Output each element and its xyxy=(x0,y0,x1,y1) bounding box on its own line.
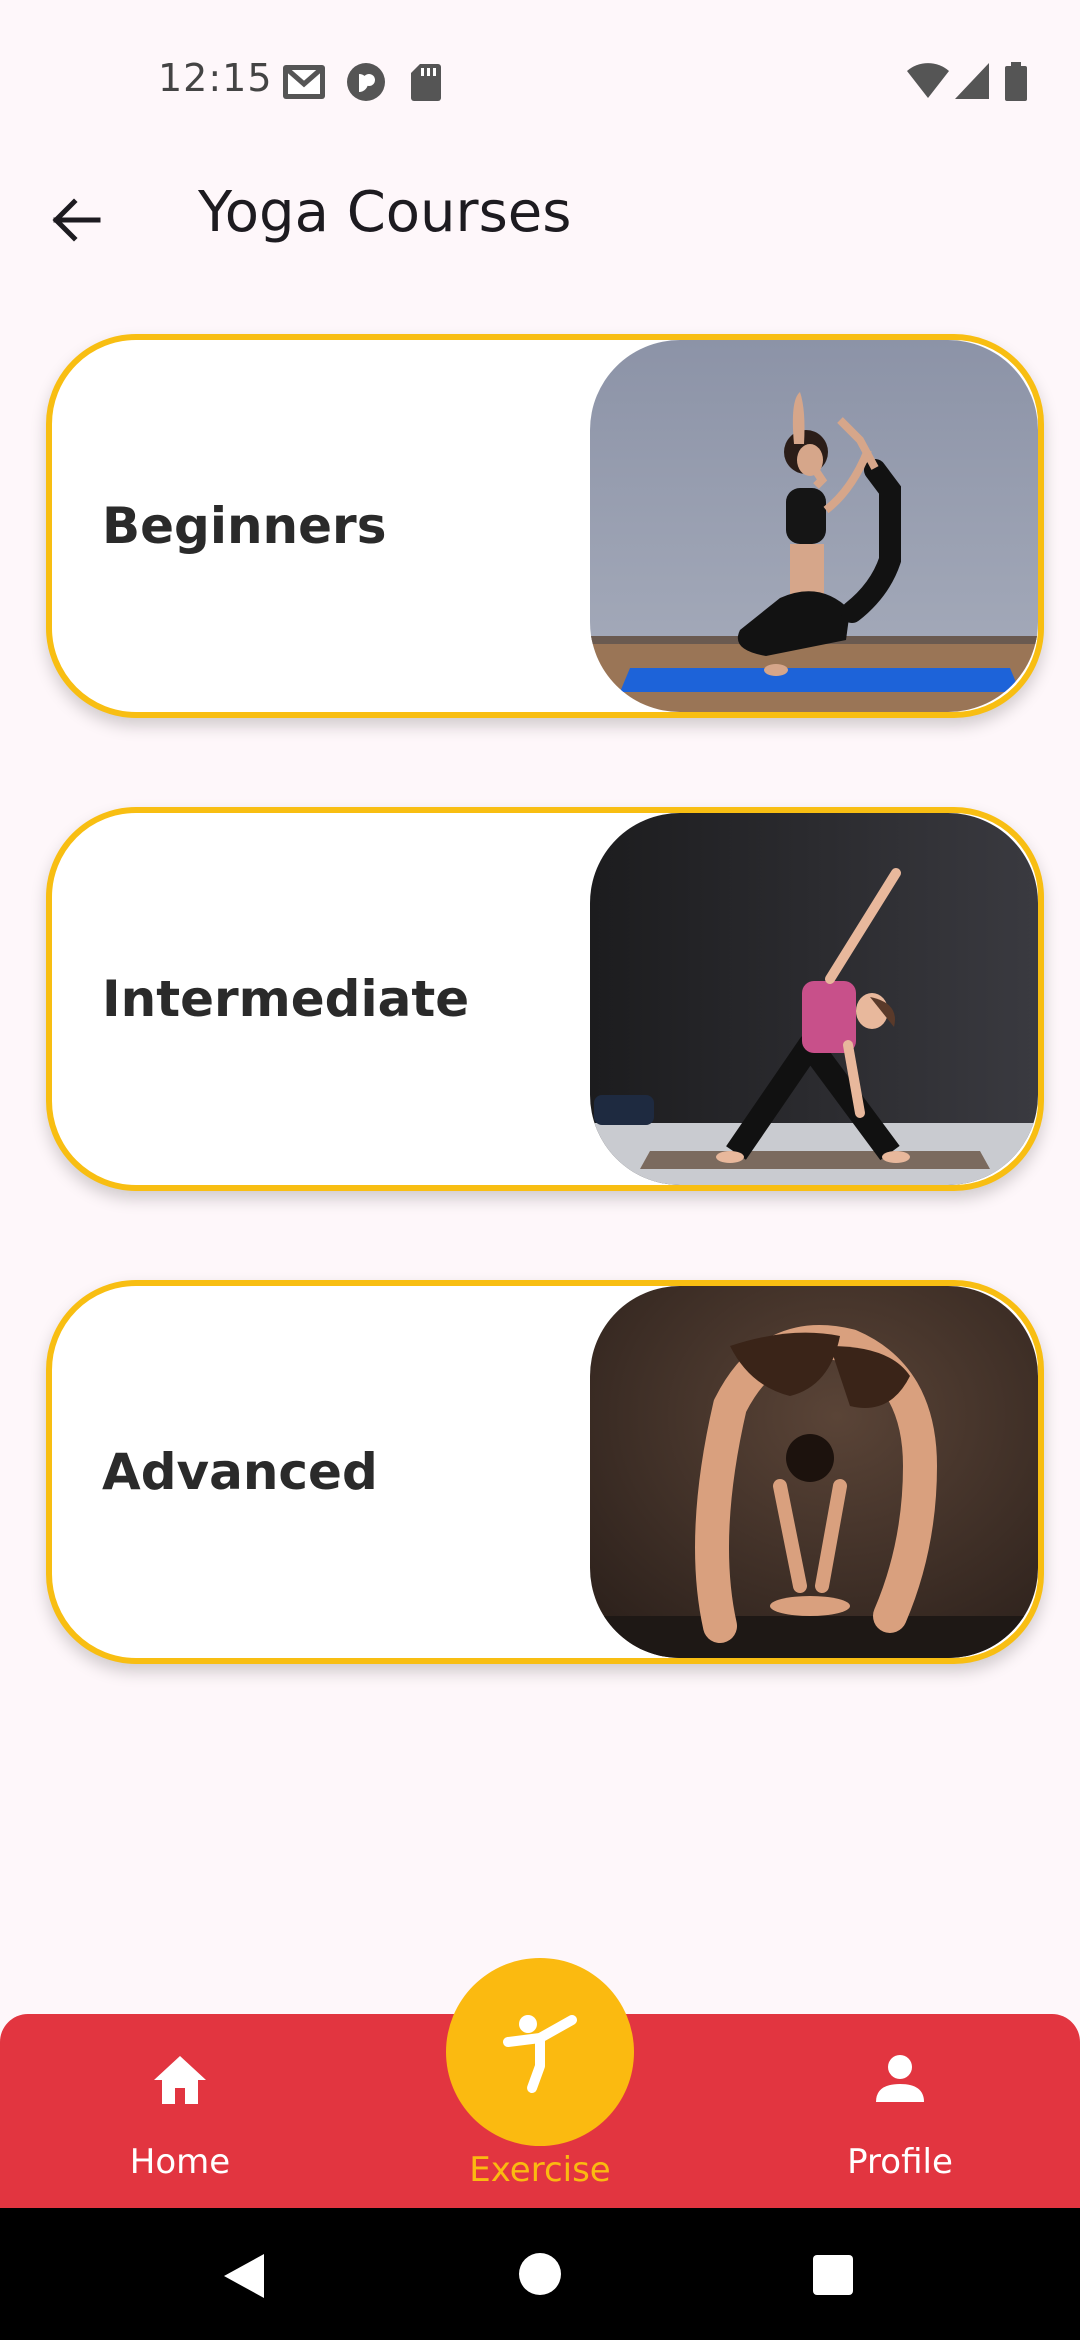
nav-label-exercise: Exercise xyxy=(469,2150,611,2190)
pocket-casts-icon xyxy=(346,62,386,106)
nav-item-home[interactable]: Home xyxy=(60,2014,300,2208)
status-bar: 12:15 xyxy=(0,0,1080,160)
wifi-icon xyxy=(906,62,950,104)
nav-item-profile[interactable]: Profile xyxy=(780,2014,1020,2208)
home-circle-icon[interactable] xyxy=(518,2252,562,2300)
sd-card-icon xyxy=(410,62,442,106)
back-button[interactable] xyxy=(36,180,116,260)
course-image-beginners xyxy=(590,340,1038,712)
exercise-icon xyxy=(503,2015,577,2093)
gmail-icon xyxy=(282,62,326,106)
course-card-intermediate[interactable]: Intermediate xyxy=(46,807,1044,1191)
home-icon xyxy=(150,2050,210,2110)
back-triangle-icon[interactable] xyxy=(222,2252,266,2304)
exercise-button[interactable] xyxy=(446,1958,634,2146)
person-icon xyxy=(870,2050,930,2110)
course-label: Intermediate xyxy=(102,970,470,1028)
nav-label-profile: Profile xyxy=(847,2142,953,2182)
app-bar: Yoga Courses xyxy=(0,160,1080,270)
course-label: Beginners xyxy=(102,497,387,555)
signal-icon xyxy=(954,62,990,104)
status-time: 12:15 xyxy=(158,56,273,100)
course-image-intermediate xyxy=(590,813,1038,1185)
battery-icon xyxy=(1004,62,1028,106)
course-card-advanced[interactable]: Advanced xyxy=(46,1280,1044,1664)
course-card-beginners[interactable]: Beginners xyxy=(46,334,1044,718)
nav-label-home: Home xyxy=(129,2142,231,2182)
page-title: Yoga Courses xyxy=(198,180,572,245)
arrow-left-icon xyxy=(52,198,101,242)
course-image-advanced xyxy=(590,1286,1038,1658)
recents-square-icon[interactable] xyxy=(812,2254,854,2300)
course-label: Advanced xyxy=(102,1443,378,1501)
system-navigation-bar xyxy=(0,2208,1080,2340)
